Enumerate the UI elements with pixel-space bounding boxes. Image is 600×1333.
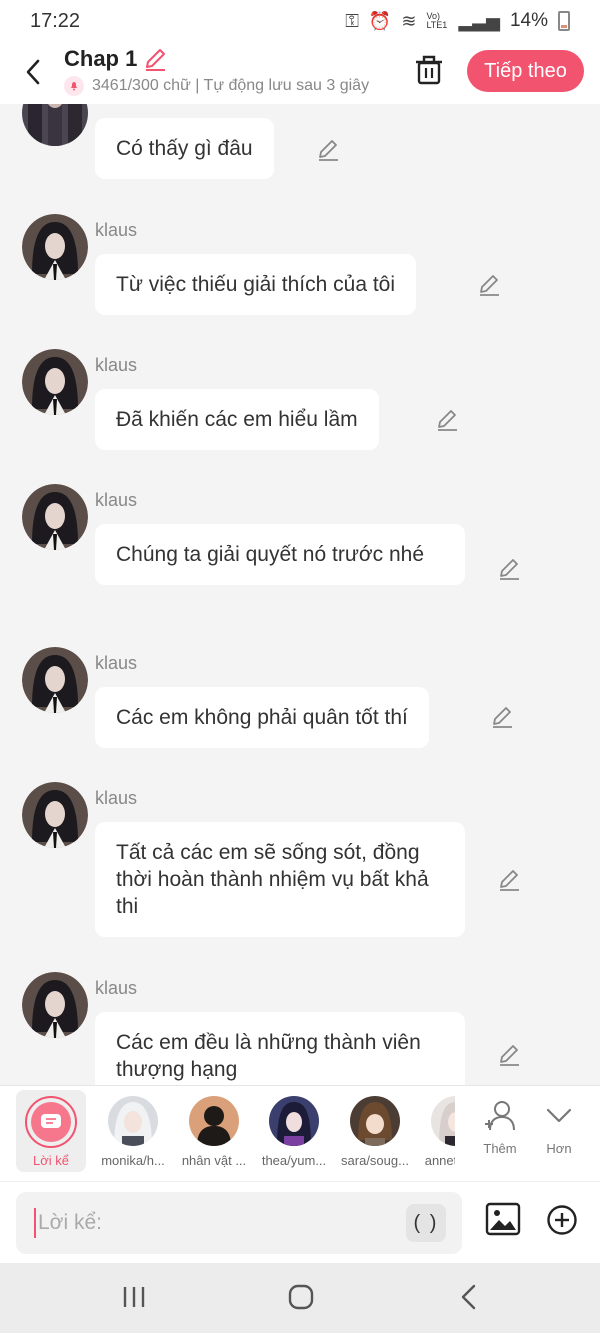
edit-message-button[interactable] <box>315 137 341 163</box>
avatar <box>189 1096 239 1146</box>
signal-icon: ▂▃▅ <box>458 10 500 31</box>
character-item[interactable]: monika/h... <box>92 1086 174 1182</box>
pencil-icon <box>480 275 499 296</box>
character-item[interactable]: thea/yum... <box>253 1086 335 1182</box>
character-item[interactable]: annet <box>415 1086 455 1182</box>
sender-name: klaus <box>95 653 138 673</box>
alarm-icon: ⏰ <box>368 10 392 31</box>
avatar <box>269 1096 319 1146</box>
back-nav-button[interactable] <box>458 1283 480 1316</box>
plus-circle-icon <box>547 1205 577 1235</box>
avatar <box>108 1096 158 1146</box>
status-icons: ⚿ ⏰ ≋ Vo) LTE1 ▂▃▅ 14% <box>345 10 570 32</box>
header: Chap 1 3461/300 chữ | Tự động lưu sau 3 … <box>0 42 600 104</box>
battery-percent: 14% <box>509 10 548 31</box>
chevron-down-icon <box>546 1108 572 1123</box>
character-label: monika/h... <box>101 1153 165 1168</box>
pencil-icon <box>500 1045 519 1066</box>
narrator-label: Lời kể <box>33 1153 69 1168</box>
input-area: ( ) <box>0 1181 600 1263</box>
next-button[interactable]: Tiếp theo <box>467 50 584 92</box>
sender-name: klaus <box>95 788 138 808</box>
add-label: Thêm <box>483 1141 517 1156</box>
recent-apps-button[interactable] <box>120 1283 148 1316</box>
avatar[interactable] <box>22 972 88 1038</box>
home-icon <box>288 1284 314 1310</box>
message-bubble[interactable]: Các em không phải quân tốt thí <box>95 687 429 748</box>
pencil-icon <box>500 870 519 891</box>
edit-message-button[interactable] <box>489 704 515 730</box>
avatar <box>350 1096 400 1146</box>
add-button[interactable] <box>546 1204 578 1241</box>
narrator-button[interactable]: Lời kể <box>16 1090 86 1172</box>
message-input[interactable] <box>38 1202 408 1244</box>
avatar[interactable] <box>22 782 88 848</box>
chapter-title: Chap 1 <box>64 46 138 71</box>
recent-apps-icon <box>123 1287 145 1307</box>
edit-title-button[interactable] <box>142 46 168 77</box>
avatar <box>431 1096 455 1146</box>
avatar[interactable] <box>22 484 88 550</box>
pencil-icon <box>146 49 165 71</box>
add-character-button[interactable]: Thêm <box>470 1098 530 1156</box>
pencil-icon <box>500 559 519 580</box>
chat-bubble-icon <box>41 1114 61 1128</box>
pencil-icon <box>493 707 512 728</box>
sender-name: klaus <box>95 220 138 240</box>
back-arrow-icon <box>26 59 40 85</box>
sender-name: klaus <box>95 355 138 375</box>
message-bubble[interactable]: Các em đều là những thành viên thượng hạ… <box>95 1012 465 1085</box>
message-bubble[interactable]: Có thấy gì đâu <box>95 118 274 179</box>
narrator-avatar <box>25 1096 77 1148</box>
character-bar: Lời kể monika/h... nhân vật ... thea/yum… <box>0 1085 600 1181</box>
message-bubble[interactable]: Đã khiến các em hiểu lầm <box>95 389 379 450</box>
home-button[interactable] <box>287 1283 315 1316</box>
status-time: 17:22 <box>30 9 81 32</box>
parenthesis-button[interactable]: ( ) <box>406 1204 446 1242</box>
wifi-icon: ≋ <box>401 10 417 31</box>
back-button[interactable] <box>20 54 46 90</box>
image-icon <box>485 1202 521 1236</box>
delete-button[interactable] <box>414 54 444 91</box>
battery-icon <box>558 11 570 31</box>
avatar[interactable] <box>22 349 88 415</box>
subtitle-row: 3461/300 chữ | Tự động lưu sau 3 giây <box>64 76 394 96</box>
character-label: thea/yum... <box>261 1153 327 1168</box>
character-label: nhân vật ... <box>181 1153 247 1168</box>
network-label: Vo) LTE1 <box>426 11 448 30</box>
sender-name: klaus <box>95 490 138 510</box>
pencil-icon <box>438 410 457 431</box>
bell-icon <box>64 76 84 96</box>
message-bubble[interactable]: Chúng ta giải quyết nó trước nhé <box>95 524 465 585</box>
back-arrow-icon <box>461 1284 476 1310</box>
edit-message-button[interactable] <box>496 1042 522 1068</box>
insert-image-button[interactable] <box>485 1202 521 1241</box>
edit-message-button[interactable] <box>476 272 502 298</box>
avatar[interactable] <box>22 104 88 146</box>
sender-name: klaus <box>95 978 138 998</box>
more-button[interactable]: Hơn <box>529 1098 589 1156</box>
chat-area[interactable]: Có thấy gì đâu klaus Từ việc thiếu giải … <box>0 104 600 1085</box>
status-bar: 17:22 ⚿ ⏰ ≋ Vo) LTE1 ▂▃▅ 14% <box>0 0 600 42</box>
character-item[interactable]: sara/soug... <box>334 1086 416 1182</box>
character-item[interactable]: nhân vật ... <box>173 1086 255 1182</box>
more-label: Hơn <box>546 1141 572 1156</box>
edit-message-button[interactable] <box>434 407 460 433</box>
edit-message-button[interactable] <box>496 867 522 893</box>
avatar[interactable] <box>22 214 88 280</box>
text-cursor <box>34 1208 36 1238</box>
message-bubble[interactable]: Tất cả các em sẽ sống sót, đồng thời hoà… <box>95 822 465 937</box>
character-label: sara/soug... <box>341 1153 409 1168</box>
message-input-box[interactable]: ( ) <box>16 1192 462 1254</box>
character-label: annet <box>424 1153 455 1168</box>
navigation-bar <box>0 1263 600 1333</box>
add-person-icon <box>485 1101 515 1131</box>
avatar[interactable] <box>22 647 88 713</box>
key-icon: ⚿ <box>345 10 359 31</box>
edit-message-button[interactable] <box>496 556 522 582</box>
trash-icon <box>416 55 442 85</box>
pencil-icon <box>319 140 338 161</box>
message-bubble[interactable]: Từ việc thiếu giải thích của tôi <box>95 254 417 315</box>
word-count-autosave: 3461/300 chữ | Tự động lưu sau 3 giây <box>92 77 370 94</box>
